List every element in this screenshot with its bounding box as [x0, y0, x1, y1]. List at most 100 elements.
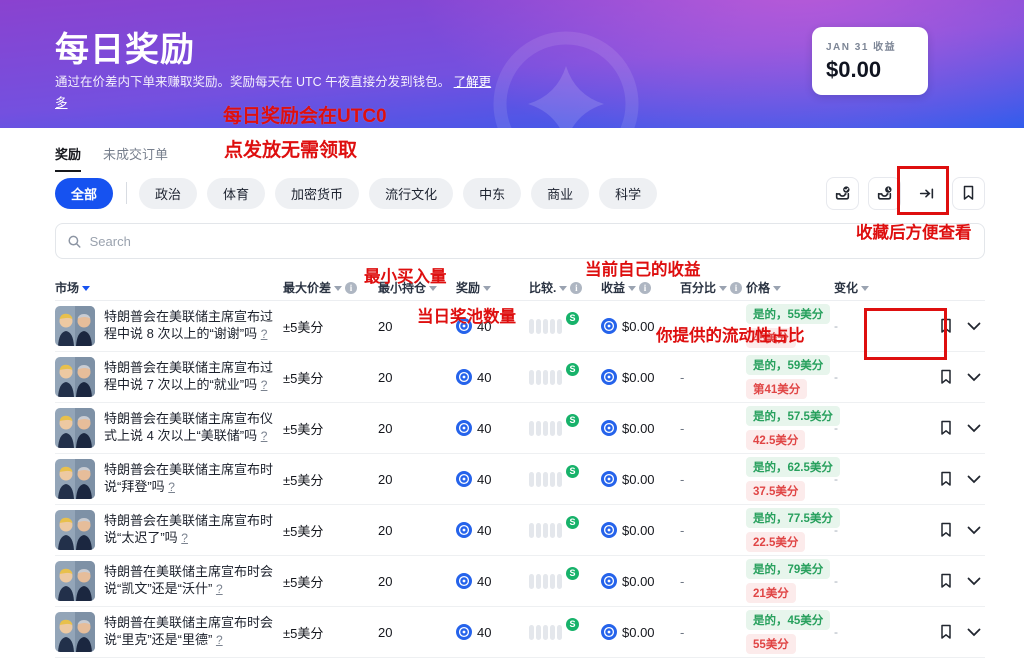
min-shares-value: 20 — [378, 523, 456, 538]
search-input[interactable] — [90, 234, 973, 249]
category-pill-2[interactable]: 体育 — [207, 178, 265, 209]
info-icon[interactable]: i — [345, 282, 357, 294]
table-row[interactable]: 特朗普会在美联储主席宣布仪式上说 4 次以上“美联储”吗 ? ±5美分 20 4… — [55, 403, 985, 454]
reward-value: 40 — [477, 523, 491, 538]
table-row[interactable]: 特朗普会在美联储主席宣布时说“拜登”吗 ? ±5美分 20 40 S $0 — [55, 454, 985, 505]
category-pill-6[interactable]: 商业 — [531, 178, 589, 209]
category-pills: 全部政治体育加密货币流行文化中东商业科学 — [55, 178, 667, 209]
spread-badge-icon: S — [566, 618, 579, 631]
row-expand-button[interactable] — [967, 475, 981, 484]
price-no-pill: 37.5美分 — [746, 481, 805, 501]
tray-clock-button[interactable] — [868, 177, 901, 210]
category-pill-5[interactable]: 中东 — [463, 178, 521, 209]
column-header-7[interactable]: 价格 — [746, 279, 834, 296]
row-actions — [894, 420, 985, 436]
market-cell: 特朗普会在美联储主席宣布时说“太迟了”吗 ? — [55, 510, 283, 550]
row-expand-button[interactable] — [967, 373, 981, 382]
bookmark-icon — [939, 522, 953, 538]
question-help-link[interactable]: ? — [181, 531, 188, 545]
tray-check-button[interactable] — [826, 177, 859, 210]
min-shares-value: 20 — [378, 472, 456, 487]
percent-value: - — [680, 370, 746, 385]
row-actions — [894, 624, 985, 640]
column-header-1[interactable]: 最大价差i — [283, 279, 378, 296]
bookmark-icon — [939, 624, 953, 640]
row-bookmark-button[interactable] — [939, 522, 953, 538]
min-shares-value: 20 — [378, 370, 456, 385]
row-bookmark-button[interactable] — [939, 318, 953, 334]
price-no-pill: 22.5美分 — [746, 532, 805, 552]
column-header-6[interactable]: 百分比i — [680, 279, 746, 296]
row-expand-button[interactable] — [967, 628, 981, 637]
table-row[interactable]: 特朗普会在美联储主席宣布过程中说 7 次以上的“就业”吗 ? ±5美分 20 4… — [55, 352, 985, 403]
coin-icon — [601, 522, 617, 538]
column-header-4[interactable]: 比较.i — [529, 279, 601, 296]
arrow-to-bar-button[interactable] — [910, 177, 943, 210]
row-bookmark-button[interactable] — [939, 369, 953, 385]
row-bookmark-button[interactable] — [939, 573, 953, 589]
question-help-link[interactable]: ? — [216, 633, 223, 647]
category-pill-0[interactable]: 全部 — [55, 178, 113, 209]
tab-rewards[interactable]: 奖励 — [55, 144, 81, 172]
min-shares-value: 20 — [378, 625, 456, 640]
question-help-link[interactable]: ? — [261, 327, 268, 341]
earnings-cell: $0.00 — [601, 573, 680, 589]
coin-icon — [601, 573, 617, 589]
row-bookmark-button[interactable] — [939, 624, 953, 640]
row-actions — [894, 573, 985, 589]
coin-icon — [456, 624, 472, 640]
info-icon[interactable]: i — [570, 282, 582, 294]
table-row[interactable]: 特朗普在美联储主席宣布时会说“凯文”还是“沃什” ? ±5美分 20 40 S — [55, 556, 985, 607]
question-help-link[interactable]: ? — [261, 429, 268, 443]
max-spread-value: ±5美分 — [283, 470, 378, 489]
bookmark-icon — [939, 369, 953, 385]
question-help-link[interactable]: ? — [216, 582, 223, 596]
price-yes-pill: 是的，55美分 — [746, 304, 830, 324]
market-question: 特朗普在美联储主席宣布时会说“里克”还是“里德” ? — [104, 615, 273, 649]
watchlist-bookmark-button[interactable] — [952, 177, 985, 210]
column-header-8[interactable]: 变化 — [834, 279, 894, 296]
coin-icon — [456, 369, 472, 385]
max-spread-value: ±5美分 — [283, 419, 378, 438]
category-pill-4[interactable]: 流行文化 — [369, 178, 453, 209]
min-shares-value: 20 — [378, 319, 456, 334]
spread-badge-icon: S — [566, 516, 579, 529]
price-yes-pill: 是的，59美分 — [746, 355, 830, 375]
table-row[interactable]: 特朗普在美联储主席宣布时会说“里克”还是“里德” ? ±5美分 20 40 S — [55, 607, 985, 658]
tray-check-icon — [834, 185, 851, 202]
compare-bars: S — [529, 523, 569, 538]
category-pill-1[interactable]: 政治 — [139, 178, 197, 209]
coin-icon — [601, 318, 617, 334]
compare-cell: S — [529, 625, 601, 640]
column-header-3[interactable]: 奖励 — [456, 279, 529, 296]
row-expand-button[interactable] — [967, 322, 981, 331]
info-icon[interactable]: i — [730, 282, 742, 294]
category-pill-7[interactable]: 科学 — [599, 178, 657, 209]
column-header-2[interactable]: 最小持仓 — [378, 279, 456, 296]
earnings-cell: $0.00 — [601, 420, 680, 436]
row-expand-button[interactable] — [967, 577, 981, 586]
earnings-value: $0.00 — [622, 319, 655, 334]
change-value: - — [834, 319, 894, 333]
price-cell: 是的，79美分 21美分 — [746, 559, 834, 603]
reward-cell: 40 — [456, 318, 529, 334]
row-bookmark-button[interactable] — [939, 420, 953, 436]
compare-bars: S — [529, 574, 569, 589]
row-expand-button[interactable] — [967, 424, 981, 433]
column-header-5[interactable]: 收益i — [601, 279, 680, 296]
bookmark-icon — [939, 471, 953, 487]
market-thumbnail — [55, 510, 95, 550]
chevron-down-icon — [967, 475, 981, 484]
tab-open-orders[interactable]: 未成交订单 — [103, 144, 168, 170]
category-pill-3[interactable]: 加密货币 — [275, 178, 359, 209]
info-icon[interactable]: i — [639, 282, 651, 294]
row-bookmark-button[interactable] — [939, 471, 953, 487]
question-help-link[interactable]: ? — [168, 480, 175, 494]
question-help-link[interactable]: ? — [261, 378, 268, 392]
row-expand-button[interactable] — [967, 526, 981, 535]
earnings-value: $0.00 — [622, 625, 655, 640]
table-row[interactable]: 特朗普会在美联储主席宣布时说“太迟了”吗 ? ±5美分 20 40 S $ — [55, 505, 985, 556]
bookmark-icon — [939, 318, 953, 334]
column-header-0[interactable]: 市场 — [55, 279, 283, 296]
table-row[interactable]: 特朗普会在美联储主席宣布过程中说 8 次以上的“谢谢”吗 ? ±5美分 20 4… — [55, 301, 985, 352]
